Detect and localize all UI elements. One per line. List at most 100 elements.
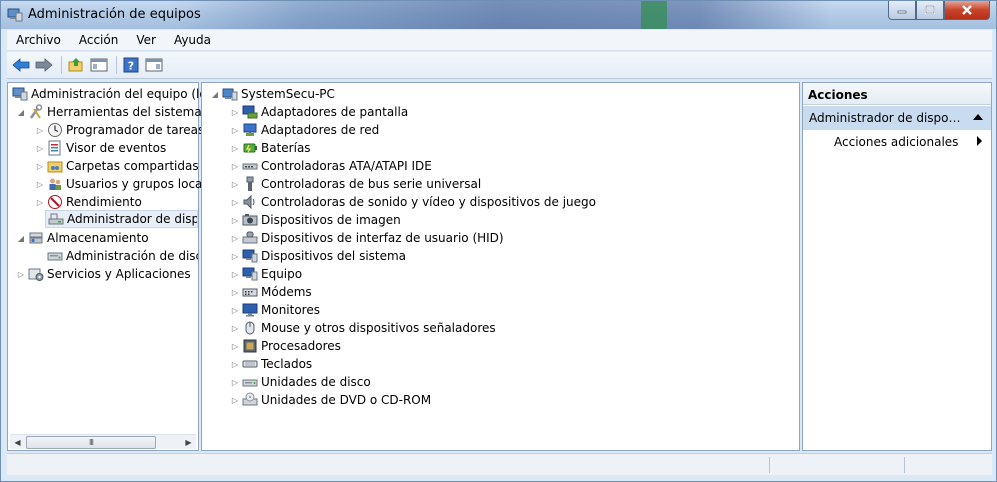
expand-arrow-icon[interactable]: ▷ [230,288,240,297]
expand-arrow-icon[interactable]: ▷ [230,162,240,171]
tree-item-label: Administración de discos [66,249,198,263]
expand-arrow-icon[interactable]: ▷ [230,252,240,261]
expand-arrow-icon[interactable]: ▷ [35,126,45,135]
svg-text:?: ? [128,60,134,73]
device-category-row[interactable]: ▷ Controladoras de sonido y vídeo y disp… [230,193,596,211]
collapse-arrow-icon[interactable]: ◢ [16,108,26,117]
tree-root-label: Administración del equipo (local) [31,87,229,101]
device-category-row[interactable]: ▷ Baterías [230,139,311,157]
tree-item-administrador-dispositivos[interactable]: Administrador de dispositivos [45,210,198,228]
tree-item-label: Herramientas del sistema [47,105,202,119]
mouse-icon [242,320,258,336]
tree-item-servicios[interactable]: ▷ Servicios y Aplicaciones [16,265,191,283]
device-category-label: Monitores [261,303,320,317]
expand-arrow-icon[interactable]: ▷ [230,342,240,351]
device-category-label: Dispositivos del sistema [261,249,407,263]
device-category-label: Dispositivos de imagen [261,213,401,227]
toolbar: ? [7,52,992,79]
expand-arrow-icon[interactable]: ▷ [16,270,26,279]
maximize-icon [925,5,935,14]
show-hide-action-pane-button[interactable] [144,55,164,75]
tree-item-rendimiento[interactable]: ▷ Rendimiento [35,193,142,211]
expand-arrow-icon[interactable]: ▷ [230,378,240,387]
show-hide-tree-button[interactable] [89,55,109,75]
submenu-arrow-icon[interactable] [977,136,982,146]
scrollbar-thumb[interactable]: III [26,436,156,449]
back-button[interactable] [11,55,31,75]
help-button[interactable]: ? [121,55,141,75]
tree-item-usuarios[interactable]: ▷ Usuarios y grupos locales [35,175,219,193]
tree-item-herramientas[interactable]: ◢ Herramientas del sistema [16,103,202,121]
horizontal-scrollbar[interactable]: ◀ III ▶ [10,434,196,449]
expand-arrow-icon[interactable]: ▷ [230,360,240,369]
forward-button[interactable] [34,55,54,75]
expand-arrow-icon[interactable]: ▷ [230,324,240,333]
device-category-row[interactable]: ▷ Controladoras ATA/ATAPI IDE [230,157,432,175]
device-category-label: Baterías [261,141,311,155]
menu-ayuda[interactable]: Ayuda [165,33,220,47]
device-category-row[interactable]: ▷ Monitores [230,301,320,319]
back-icon [12,58,30,72]
more-actions-item[interactable]: Acciones adicionales [834,135,958,149]
device-category-row[interactable]: ▷ Dispositivos del sistema [230,247,406,265]
title-bar[interactable]: Administración de equipos [1,1,996,29]
minimize-button[interactable] [888,1,916,20]
device-category-row[interactable]: ▷ Controladoras de bus serie universal [230,175,481,193]
device-category-row[interactable]: ▷ Procesadores [230,337,341,355]
actions-section-label: Administrador de dispositivos [809,111,964,125]
device-category-label: Equipo [261,267,303,281]
expand-arrow-icon[interactable]: ▷ [230,144,240,153]
tree-item-carpetas[interactable]: ▷ Carpetas compartidas [35,157,199,175]
menu-ver[interactable]: Ver [127,33,165,47]
tree-root[interactable]: Administración del equipo (local) [10,85,229,103]
device-category-row[interactable]: ▷ Teclados [230,355,312,373]
expand-arrow-icon[interactable]: ▷ [230,216,240,225]
device-category-row[interactable]: ▷ Adaptadores de pantalla [230,103,408,121]
expand-arrow-icon[interactable]: ▷ [230,234,240,243]
tree-item-visor[interactable]: ▷ Visor de eventos [35,139,166,157]
tree-item-label: Usuarios y grupos locales [66,177,220,191]
device-category-row[interactable]: ▷ Módems [230,283,312,301]
tree-item-administracion-discos[interactable]: Administración de discos [45,247,198,265]
menu-archivo[interactable]: Archivo [7,33,70,47]
collapse-arrow-icon[interactable]: ◢ [210,90,220,99]
expand-arrow-icon[interactable]: ▷ [230,126,240,135]
tree-item-label: Almacenamiento [47,231,149,245]
device-category-row[interactable]: ▷ Unidades de disco [230,373,371,391]
expand-arrow-icon[interactable]: ▷ [230,108,240,117]
scroll-right-button[interactable]: ▶ [181,435,196,450]
expand-arrow-icon[interactable]: ▷ [230,306,240,315]
device-category-label: Teclados [261,357,313,371]
close-button[interactable] [944,1,990,20]
expand-arrow-icon[interactable]: ▷ [230,198,240,207]
actions-section-device-manager[interactable]: Administrador de dispositivos [803,106,991,130]
device-category-row[interactable]: ▷ Adaptadores de red [230,121,379,139]
scroll-left-arrow-icon: ◀ [14,438,21,447]
collapse-up-icon[interactable] [973,114,983,120]
expand-arrow-icon[interactable]: ▷ [35,162,45,171]
expand-arrow-icon[interactable]: ▷ [35,198,45,207]
device-category-row[interactable]: ▷ Dispositivos de imagen [230,211,401,229]
device-category-row[interactable]: ▷ Mouse y otros dispositivos señaladores [230,319,496,337]
device-category-row[interactable]: ▷ Dispositivos de interfaz de usuario (H… [230,229,504,247]
tree-item-almacenamiento[interactable]: ◢ Almacenamiento [16,229,149,247]
device-category-row[interactable]: ▷ Unidades de DVD o CD-ROM [230,391,431,409]
tree-item-programador[interactable]: ▷ Programador de tareas [35,121,204,139]
device-category-label: Adaptadores de red [261,123,380,137]
scroll-left-button[interactable]: ◀ [10,435,25,450]
device-root[interactable]: ◢ SystemSecu-PC [210,85,335,103]
maximize-button[interactable] [916,1,944,20]
computer-management-icon [12,86,28,102]
collapse-arrow-icon[interactable]: ◢ [16,234,26,243]
device-category-row[interactable]: ▷ Equipo [230,265,302,283]
expand-arrow-icon[interactable]: ▷ [230,396,240,405]
device-category-label: Unidades de DVD o CD-ROM [261,393,432,407]
device-category-label: Controladoras de bus serie universal [261,177,482,191]
expand-arrow-icon[interactable]: ▷ [35,180,45,189]
expand-arrow-icon[interactable]: ▷ [35,144,45,153]
tree-item-label: Rendimiento [66,195,142,209]
up-folder-button[interactable] [66,55,86,75]
expand-arrow-icon[interactable]: ▷ [230,180,240,189]
menu-accion[interactable]: Acción [70,33,127,47]
expand-arrow-icon[interactable]: ▷ [230,270,240,279]
